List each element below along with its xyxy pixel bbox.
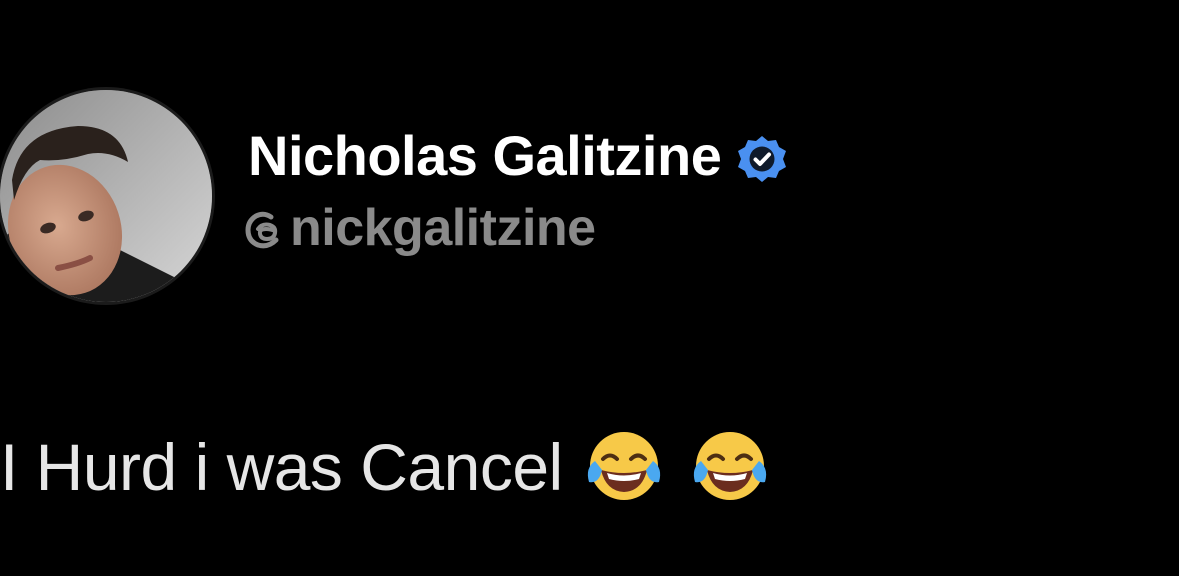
handle-row: nickgalitzine (240, 202, 596, 254)
face-with-tears-of-joy-icon (587, 432, 660, 500)
emoji-group (581, 424, 773, 510)
avatar-photo (0, 90, 212, 302)
display-name-row: Nicholas Galitzine (248, 128, 787, 184)
display-name[interactable]: Nicholas Galitzine (248, 128, 722, 184)
handle[interactable]: nickgalitzine (290, 202, 596, 254)
post-text: I Hurd i was Cancel (0, 430, 563, 504)
post-row: I Hurd i was Cancel (0, 424, 773, 510)
face-with-tears-of-joy-icon (693, 432, 766, 500)
threads-logo-icon (245, 211, 279, 249)
verified-badge-icon (738, 136, 787, 182)
profile-avatar[interactable] (0, 90, 212, 302)
